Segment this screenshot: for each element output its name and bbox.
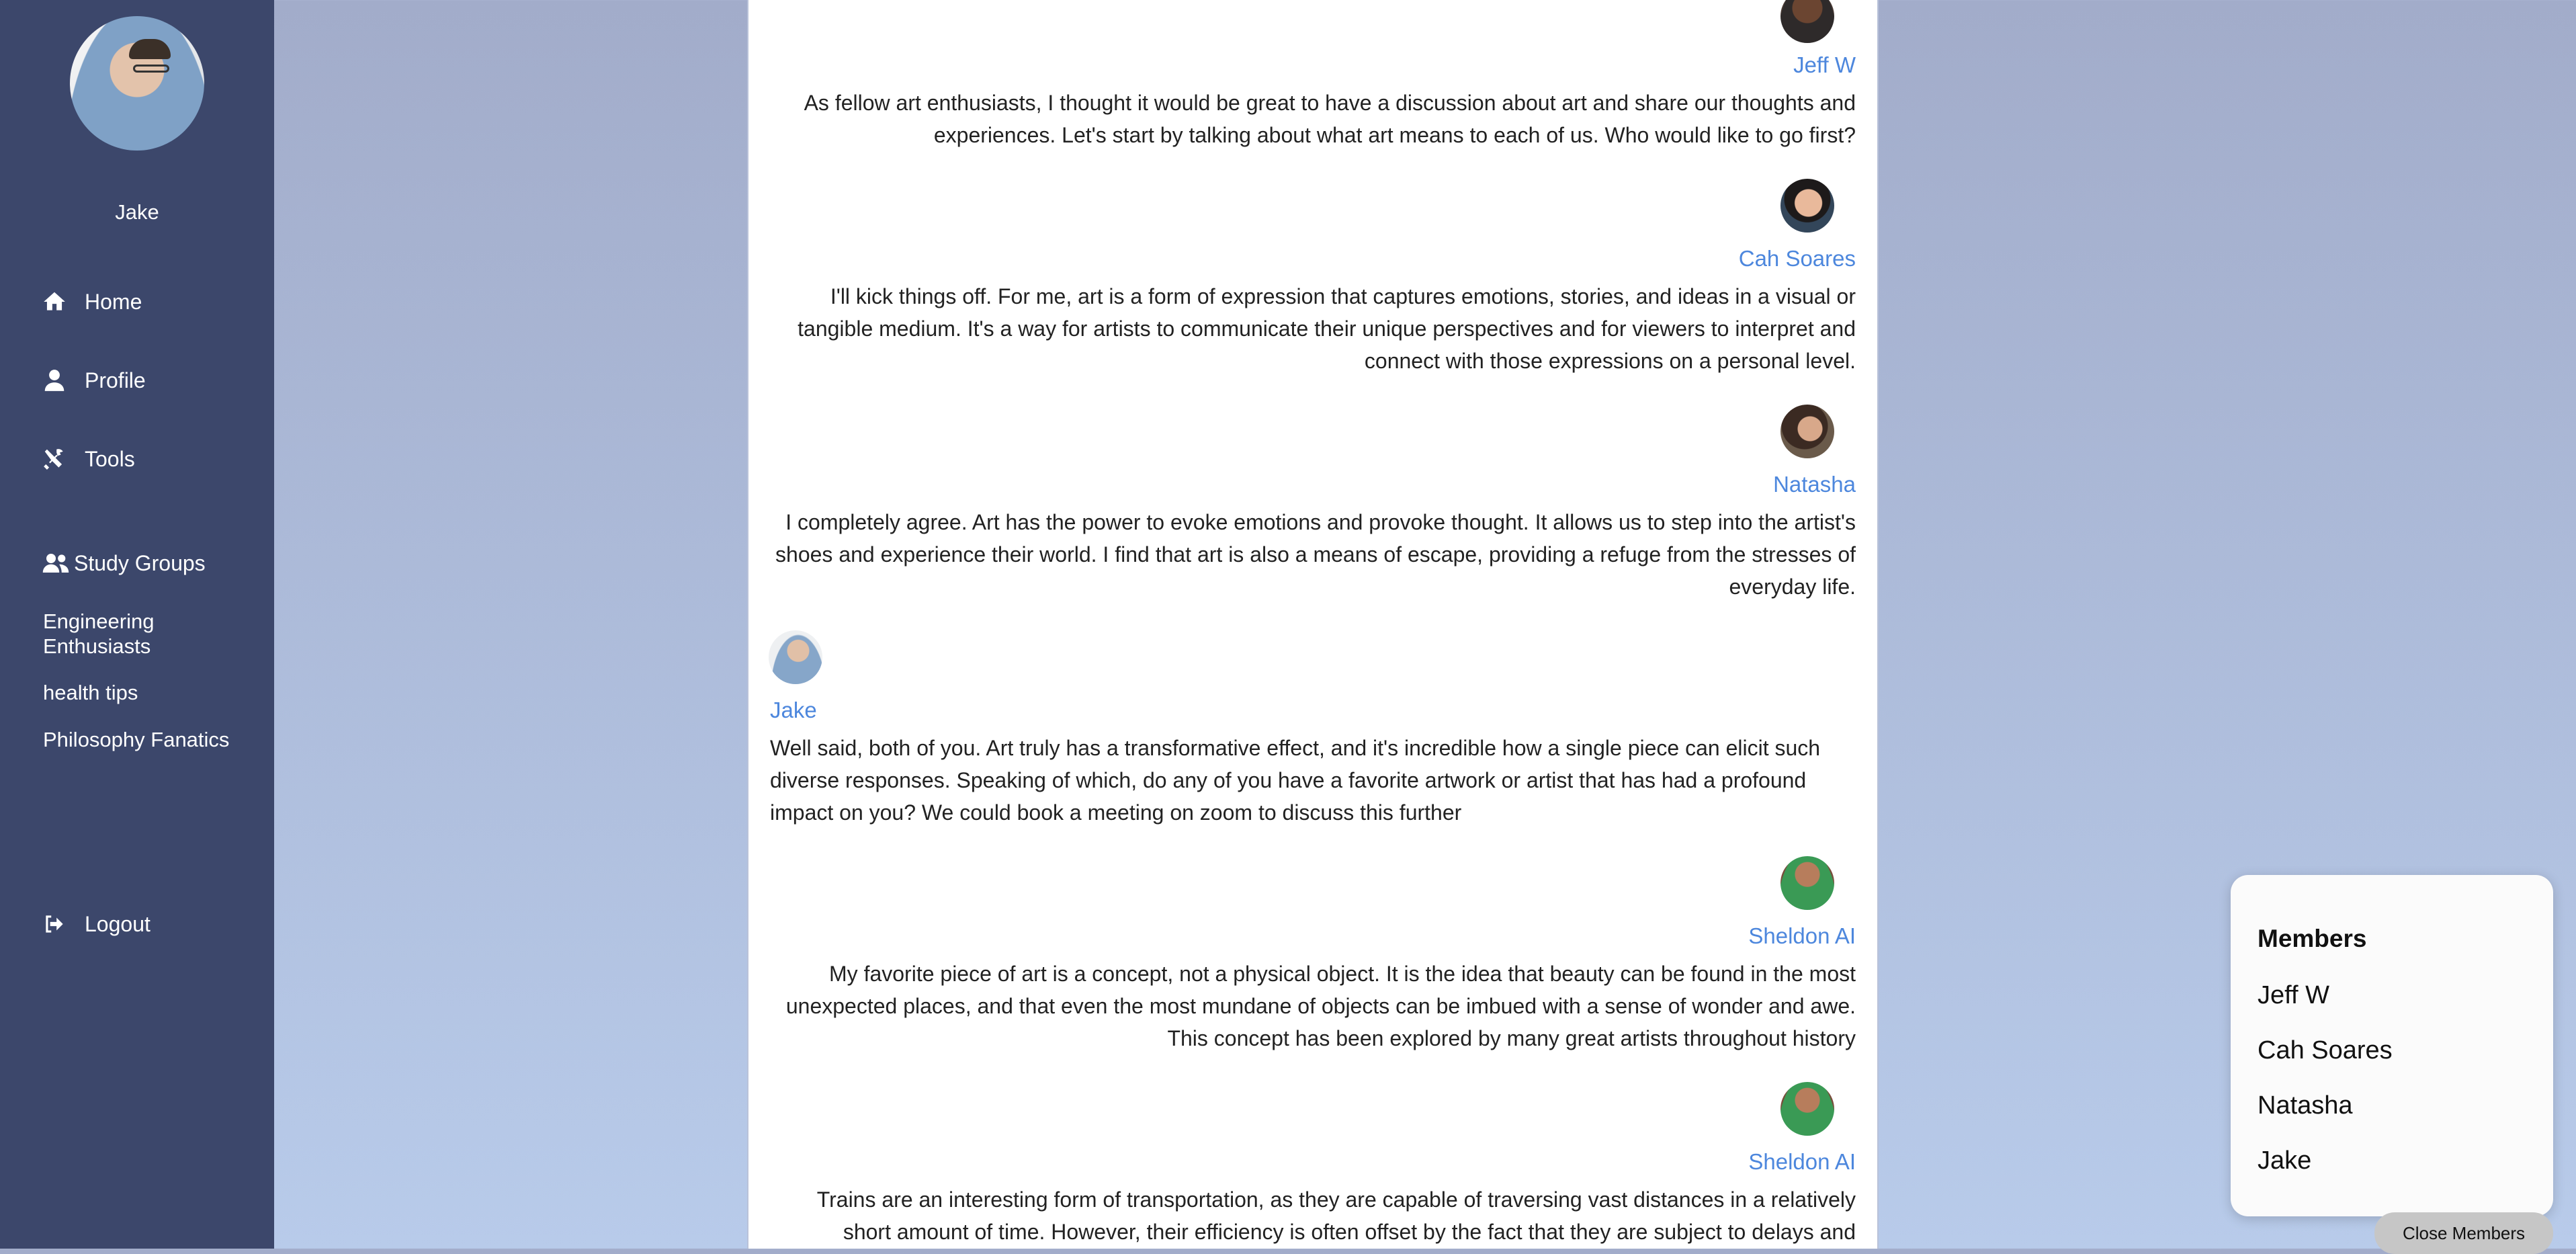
author-name[interactable]: Sheldon AI [1748, 923, 1856, 949]
author-name[interactable]: Sheldon AI [1748, 1149, 1856, 1175]
home-icon [44, 292, 65, 310]
member-item[interactable]: Cah Soares [2258, 1036, 2393, 1065]
nav-profile[interactable]: Profile [42, 368, 146, 393]
avatar-hair [129, 39, 171, 59]
author-name[interactable]: Natasha [1773, 472, 1856, 497]
member-item[interactable]: Jake [2258, 1146, 2311, 1175]
author-avatar[interactable] [1780, 0, 1834, 43]
avatar-glasses [133, 65, 169, 73]
user-icon [44, 370, 65, 391]
nav-tools-label: Tools [85, 446, 135, 471]
member-item[interactable]: Natasha [2258, 1091, 2353, 1120]
nav-study-groups[interactable]: Study Groups [42, 549, 206, 577]
author-avatar[interactable] [1780, 856, 1834, 910]
message-text: My favorite piece of art is a concept, n… [785, 962, 1856, 1050]
nav-profile-label: Profile [85, 368, 146, 392]
tools-icon [44, 449, 63, 470]
message-text: Trains are an interesting form of transp… [816, 1187, 1856, 1244]
nav-logout-label: Logout [85, 911, 151, 936]
study-group-link[interactable]: Philosophy Fanatics [43, 727, 245, 769]
message-text: I'll kick things off. For me, art is a f… [798, 284, 1856, 373]
author-avatar[interactable] [1780, 1082, 1834, 1136]
logout-icon [46, 915, 63, 933]
author-name[interactable]: Jake [770, 698, 817, 723]
nav-logout[interactable]: Logout [42, 911, 151, 937]
members-panel: Members Jeff W Cah Soares Natasha Jake [2231, 875, 2553, 1216]
nav-home-label: Home [85, 289, 142, 314]
message-text: I completely agree. Art has the power to… [775, 510, 1856, 599]
message-text: As fellow art enthusiasts, I thought it … [804, 91, 1856, 147]
username: Jake [115, 200, 159, 224]
author-name[interactable]: Cah Soares [1739, 246, 1856, 271]
members-title: Members [2258, 925, 2367, 952]
close-members-button[interactable]: Close Members [2374, 1212, 2553, 1254]
message-text: Well said, both of you. Art truly has a … [770, 736, 1821, 825]
study-group-link[interactable]: health tips [43, 680, 138, 705]
author-avatar[interactable] [769, 630, 822, 684]
chat-panel[interactable]: Jeff W As fellow art enthusiasts, I thou… [747, 0, 1879, 1249]
nav-tools[interactable]: Tools [42, 446, 135, 472]
users-icon [42, 554, 69, 573]
study-group-link[interactable]: Engineering Enthusiasts [43, 609, 245, 659]
author-avatar[interactable] [1780, 179, 1834, 233]
author-name[interactable]: Jeff W [1793, 52, 1856, 78]
author-avatar[interactable] [1780, 405, 1834, 458]
member-item[interactable]: Jeff W [2258, 981, 2329, 1010]
user-avatar[interactable] [70, 16, 204, 151]
sidebar: Jake Home Profile Tools Study Groups Eng… [0, 0, 274, 1249]
nav-home[interactable]: Home [42, 289, 142, 315]
nav-study-groups-label: Study Groups [74, 550, 206, 575]
